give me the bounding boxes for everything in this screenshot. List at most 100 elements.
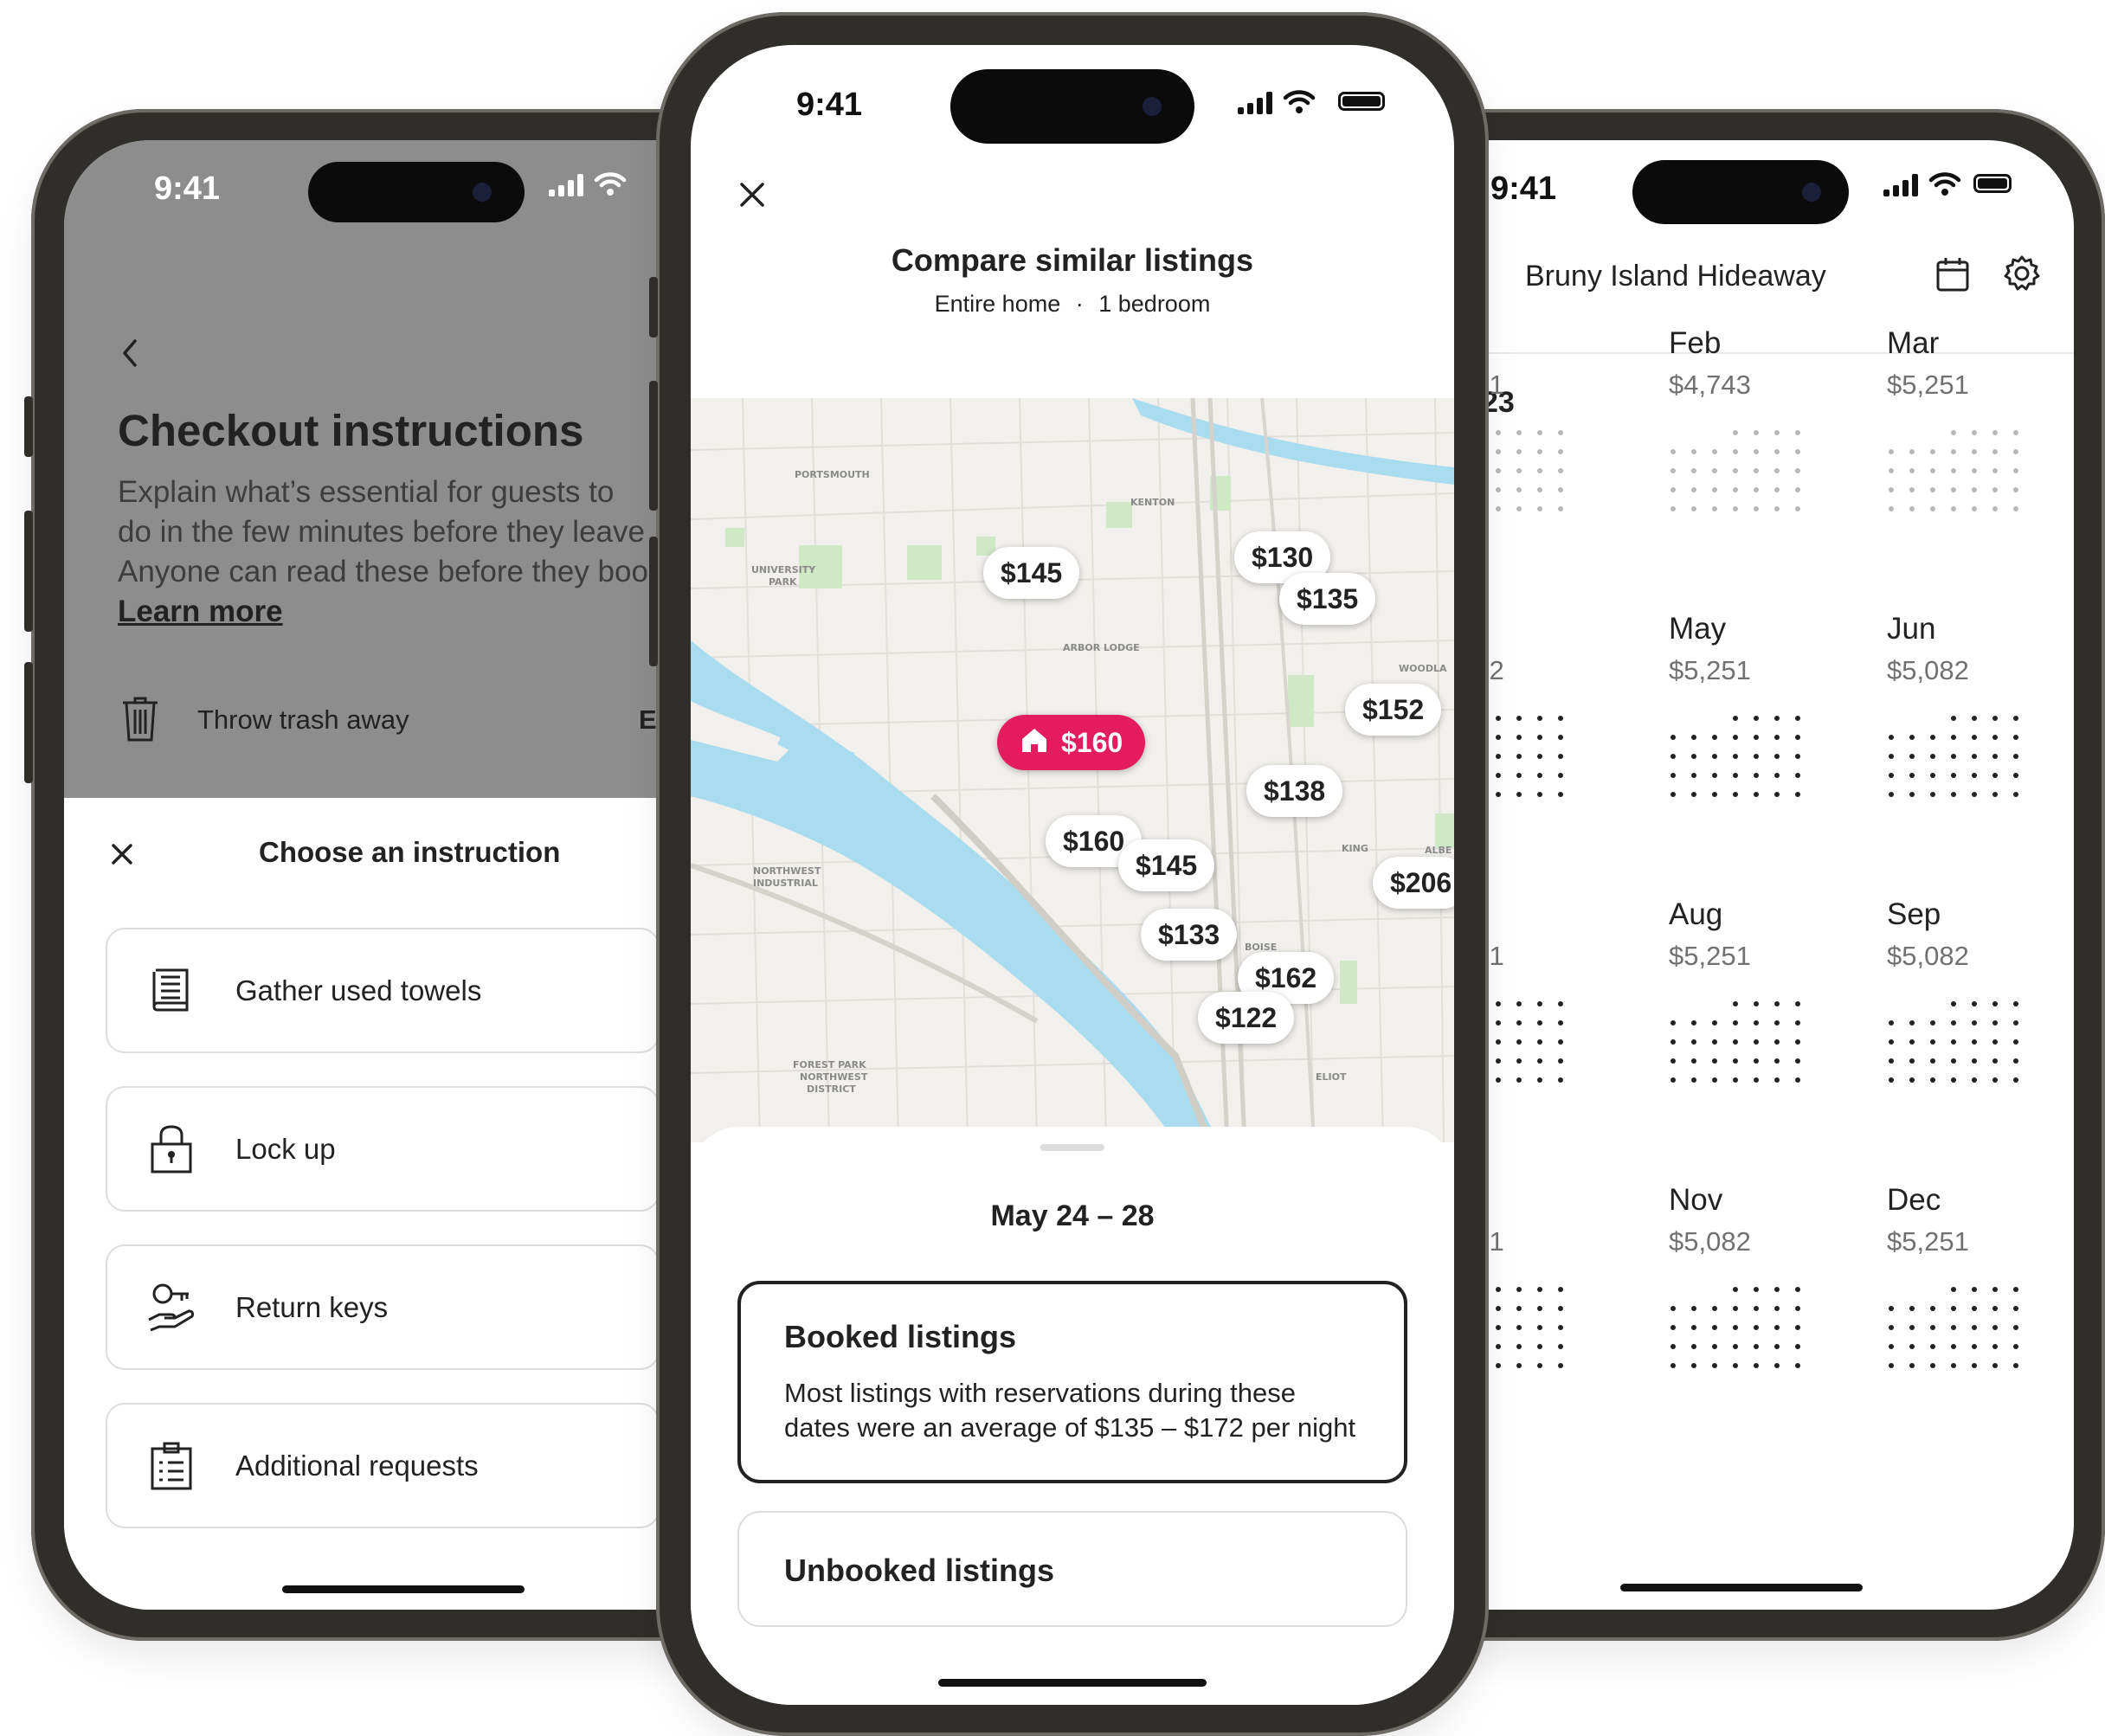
booked-listings-title: Booked listings	[784, 1319, 1017, 1354]
map-label: NORTHWEST	[800, 1071, 868, 1083]
month-tile[interactable]: Jun $5,082	[1887, 612, 1969, 686]
results-sheet: May 24 – 28 Booked listings Most listing…	[691, 1127, 1454, 1705]
selected-listing-pin[interactable]: $160	[997, 715, 1146, 770]
price-pin[interactable]: $122	[1198, 992, 1295, 1044]
subtitle-bedrooms: 1 bedroom	[1098, 291, 1211, 317]
map-label: KING	[1342, 843, 1368, 854]
description-line: dates were an average of $135 – $172 per…	[784, 1412, 1356, 1443]
month-name: Nov	[1669, 1183, 1723, 1217]
month-name: Sep	[1887, 897, 1941, 931]
instruction-option-requests[interactable]: Additional requests	[106, 1403, 660, 1528]
month-tile[interactable]: Nov $5,082	[1669, 1183, 1751, 1257]
instruction-option-towels[interactable]: Gather used towels	[106, 928, 660, 1053]
month-tile[interactable]: Feb $4,743	[1669, 326, 1751, 401]
wifi-icon	[1283, 90, 1316, 113]
month-tile[interactable]: Dec $5,251	[1887, 1183, 1969, 1257]
map-label: ARBOR LODGE	[1063, 642, 1140, 653]
battery-icon	[1338, 92, 1385, 111]
instruction-option-label: Return keys	[235, 1290, 389, 1323]
instruction-option-lock[interactable]: Lock up	[106, 1086, 660, 1212]
subtitle-property-type: Entire home	[934, 291, 1061, 317]
clipboard-icon	[151, 1442, 192, 1489]
month-earnings: $5,082	[1887, 655, 1969, 685]
side-button	[649, 277, 658, 338]
instruction-option-keys[interactable]: Return keys	[106, 1244, 660, 1370]
price-pin[interactable]: $206	[1373, 857, 1454, 909]
month-earnings: $5,251	[1887, 1226, 1969, 1257]
keys-hand-icon	[148, 1283, 194, 1331]
selected-pin-price: $160	[1061, 727, 1123, 758]
edit-link[interactable]: E	[639, 704, 657, 736]
dynamic-island	[308, 162, 525, 222]
status-time: 9:41	[1490, 170, 1557, 207]
side-button	[24, 511, 33, 632]
map-canvas: PORTSMOUTH UNIVERSITY PARK KENTON ARBOR …	[691, 398, 1454, 1142]
month-name: Mar	[1887, 326, 1940, 360]
month-earnings: $5,251	[1669, 655, 1751, 685]
month-name: May	[1669, 612, 1727, 646]
description-line: Explain what’s essential for guests to	[118, 475, 615, 509]
home-icon	[1022, 729, 1046, 752]
status-bar: 9:41	[691, 69, 1454, 156]
towel-icon	[152, 968, 189, 1011]
page-subtitle: Entire home · 1 bedroom	[691, 291, 1454, 318]
drag-handle[interactable]	[1040, 1144, 1104, 1151]
month-earnings: $5,251	[1887, 370, 1969, 400]
calendar-icon[interactable]	[1935, 256, 1970, 293]
instruction-option-label: Lock up	[235, 1132, 336, 1165]
center-screen: 9:41 Compare similar listings Entire hom…	[691, 45, 1454, 1705]
signal-icon	[1238, 92, 1274, 114]
price-pin[interactable]: $135	[1279, 573, 1376, 625]
instruction-option-label: Additional requests	[235, 1449, 479, 1482]
price-pin[interactable]: $138	[1246, 765, 1343, 817]
close-icon[interactable]	[739, 182, 765, 208]
side-button	[24, 662, 33, 783]
map-label: NORTHWEST	[753, 865, 821, 877]
learn-more-link[interactable]: Learn more	[118, 592, 648, 632]
map-label: WOODLA	[1399, 663, 1447, 674]
back-icon[interactable]	[119, 338, 140, 369]
signal-icon	[549, 174, 585, 196]
description-line: Anyone can read these before they boo	[118, 555, 648, 588]
instruction-option-label: Gather used towels	[235, 974, 482, 1006]
map-label: DISTRICT	[807, 1083, 856, 1095]
date-range: May 24 – 28	[990, 1199, 1155, 1232]
map-label: PARK	[769, 576, 797, 588]
month-earnings: $4,743	[1669, 370, 1751, 400]
listings-map[interactable]: PORTSMOUTH UNIVERSITY PARK KENTON ARBOR …	[691, 398, 1454, 1142]
settings-gear-icon[interactable]	[2003, 254, 2041, 293]
map-label: ELIOT	[1316, 1071, 1347, 1083]
month-earnings: $5,251	[1669, 941, 1751, 971]
map-label: PORTSMOUTH	[795, 469, 870, 480]
month-tile[interactable]: Aug $5,251	[1669, 897, 1751, 972]
month-tile[interactable]: May $5,251	[1669, 612, 1751, 686]
wifi-icon	[1928, 172, 1961, 196]
description-line: do in the few minutes before they leave	[118, 515, 645, 549]
booked-listings-description: Most listings with reservations during t…	[784, 1376, 1355, 1445]
map-label: INDUSTRIAL	[753, 878, 818, 889]
month-tile[interactable]: Mar $5,251	[1887, 326, 1969, 401]
unbooked-listings-card[interactable]: Unbooked listings	[737, 1511, 1407, 1627]
month-earnings: $5,082	[1669, 1226, 1751, 1257]
home-indicator	[1620, 1584, 1863, 1591]
price-pin[interactable]: $152	[1345, 684, 1442, 736]
description-line: Most listings with reservations during t…	[784, 1378, 1296, 1408]
month-earnings: $5,082	[1887, 941, 1969, 971]
close-icon[interactable]	[111, 843, 133, 865]
map-label: FOREST PARK	[793, 1059, 866, 1071]
sheet-title: Choose an instruction	[259, 836, 561, 868]
existing-instruction: Throw trash away	[197, 704, 409, 735]
signal-icon	[1883, 174, 1920, 196]
booked-listings-card[interactable]: Booked listings Most listings with reser…	[737, 1281, 1407, 1483]
price-pin[interactable]: $145	[983, 547, 1080, 599]
month-tile[interactable]: Sep $5,082	[1887, 897, 1969, 972]
page-title: Compare similar listings	[891, 242, 1254, 278]
side-button	[649, 381, 658, 511]
lock-icon	[151, 1124, 192, 1173]
page-description: Explain what’s essential for guests to d…	[118, 473, 648, 632]
map-label: UNIVERSITY	[751, 564, 816, 575]
price-pin[interactable]: $145	[1118, 839, 1215, 891]
listing-name[interactable]: Bruny Island Hideaway	[1525, 260, 1826, 293]
wifi-icon	[594, 172, 627, 196]
price-pin[interactable]: $133	[1141, 909, 1238, 961]
